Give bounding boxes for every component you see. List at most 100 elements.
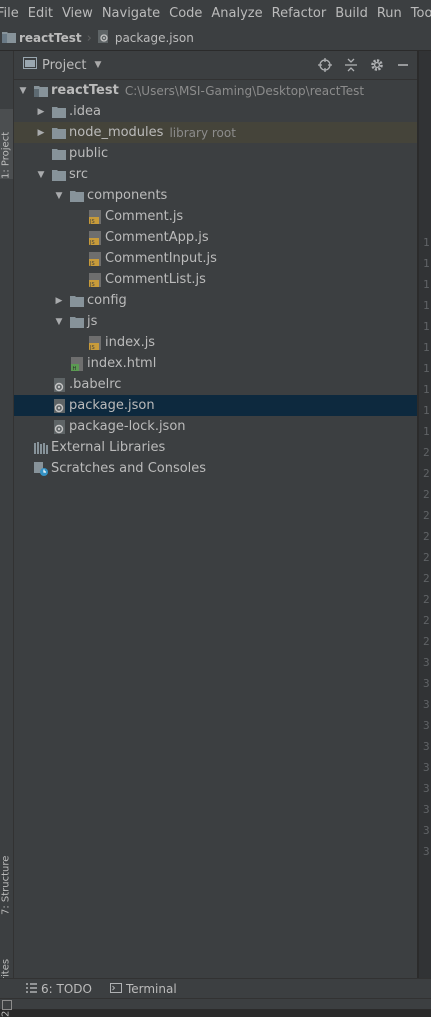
tree-item-comment-list-js[interactable]: JS CommentList.js [14,269,417,290]
terminal-tool-button[interactable]: Terminal [109,982,177,996]
collapse-arrow-icon[interactable]: ▶ [35,107,47,117]
js-file-icon: JS [87,251,103,267]
tree-item-js-folder[interactable]: ▼ js [14,311,417,332]
todo-list-icon [26,982,37,996]
tab-structure[interactable]: 7: Structure [0,835,13,915]
tree-item-node-modules[interactable]: ▶ node_modules library root [14,122,417,143]
collapse-arrow-icon[interactable]: ▶ [53,296,65,306]
expand-arrow-icon[interactable]: ▼ [53,191,65,201]
locate-icon[interactable] [315,55,335,75]
tree-item-public[interactable]: public [14,143,417,164]
line-number: 1 [423,362,430,375]
tree-item-components[interactable]: ▼ components [14,185,417,206]
gear-icon[interactable] [367,55,387,75]
project-panel: Project ▼ ▼ reactTest C:\Users\MSI-Gamin… [14,51,417,978]
editor-line-gutter: 1 1 1 1 1 1 1 1 1 1 2 2 2 2 2 2 2 2 2 2 … [418,51,431,978]
expand-arrow-icon[interactable]: ▼ [35,170,47,180]
tree-item-index-js[interactable]: JS index.js [14,332,417,353]
tree-item-package-json[interactable]: package.json [14,395,417,416]
breadcrumb-project[interactable]: reactTest [2,31,82,46]
tab-project[interactable]: 1: Project [0,109,13,179]
tree-item-index-html[interactable]: H index.html [14,353,417,374]
tree-item-scratches[interactable]: Scratches and Consoles [14,458,417,479]
js-file-icon: JS [87,209,103,225]
expand-arrow-icon[interactable]: ▼ [53,317,65,327]
breadcrumb-file[interactable]: package.json [97,29,194,47]
comment-js-label: Comment.js [105,209,184,224]
config-file-icon [51,377,67,393]
menu-file[interactable]: File [0,6,19,21]
tree-item-root[interactable]: ▼ reactTest C:\Users\MSI-Gaming\Desktop\… [14,80,417,101]
js-file-icon: JS [87,335,103,351]
components-label: components [87,188,168,203]
tree-item-src[interactable]: ▼ src [14,164,417,185]
json-file-icon [97,29,111,47]
line-number: 3 [423,740,430,753]
expand-arrow-icon[interactable]: ▼ [17,86,29,96]
svg-text:JS: JS [89,261,95,267]
breadcrumb-separator-icon: › [86,30,92,46]
menu-refactor[interactable]: Refactor [272,6,327,21]
chevron-down-icon: ▼ [94,60,102,70]
tree-item-comment-app-js[interactable]: JS CommentApp.js [14,227,417,248]
status-bar [0,998,431,1010]
tool-windows-icon[interactable] [2,1000,12,1010]
idea-label: .idea [69,104,101,119]
tree-item-config[interactable]: ▶ config [14,290,417,311]
menu-analyze[interactable]: Analyze [211,6,262,21]
collapse-arrow-icon[interactable]: ▶ [35,128,47,138]
menu-code[interactable]: Code [169,6,202,21]
folder-icon [51,104,67,120]
line-number: 1 [423,404,430,417]
tree-item-idea[interactable]: ▶ .idea [14,101,417,122]
menu-bar: File Edit View Navigate Code Analyze Ref… [0,0,431,26]
svg-text:H: H [73,366,77,372]
line-number: 3 [423,845,430,858]
library-icon [33,440,49,456]
tree-item-external-libraries[interactable]: External Libraries [14,437,417,458]
line-number: 1 [423,278,430,291]
hide-panel-icon[interactable] [393,55,413,75]
tree-item-package-lock-json[interactable]: package-lock.json [14,416,417,437]
line-number: 1 [423,383,430,396]
folder-icon [51,167,67,183]
svg-text:JS: JS [89,282,95,288]
line-number: 1 [423,299,430,312]
package-json-label: package.json [69,398,155,413]
folder-icon [69,293,85,309]
line-number: 2 [423,530,430,543]
menu-build[interactable]: Build [335,6,368,21]
tree-item-comment-input-js[interactable]: JS CommentInput.js [14,248,417,269]
menu-edit[interactable]: Edit [28,6,53,21]
line-number: 1 [423,236,430,249]
svg-text:JS: JS [89,240,95,246]
panel-toolbar [309,55,413,75]
tree-item-comment-js[interactable]: JS Comment.js [14,206,417,227]
line-number: 1 [423,320,430,333]
menu-navigate[interactable]: Navigate [102,6,160,21]
line-number: 3 [423,656,430,669]
todo-tool-button[interactable]: 6: TODO [26,982,92,996]
svg-text:JS: JS [89,219,95,225]
project-view-selector[interactable]: Project ▼ [23,57,101,73]
menu-view[interactable]: View [62,6,93,21]
src-label: src [69,167,88,182]
menu-run[interactable]: Run [377,6,402,21]
folder-icon [69,314,85,330]
package-lock-json-label: package-lock.json [69,419,186,434]
node-modules-hint: library root [169,125,236,140]
collapse-all-icon[interactable] [341,55,361,75]
line-number: 2 [423,635,430,648]
folder-icon [69,188,85,204]
line-number: 2 [423,614,430,627]
public-label: public [69,146,109,161]
line-number: 3 [423,698,430,711]
js-file-icon: JS [87,272,103,288]
folder-icon [51,125,67,141]
scratches-label: Scratches and Consoles [51,461,207,476]
tree-item-babelrc[interactable]: .babelrc [14,374,417,395]
index-js-label: index.js [105,335,156,350]
menu-tools[interactable]: Tools [411,6,431,21]
project-view-label: Project [42,57,87,73]
line-number: 2 [423,551,430,564]
